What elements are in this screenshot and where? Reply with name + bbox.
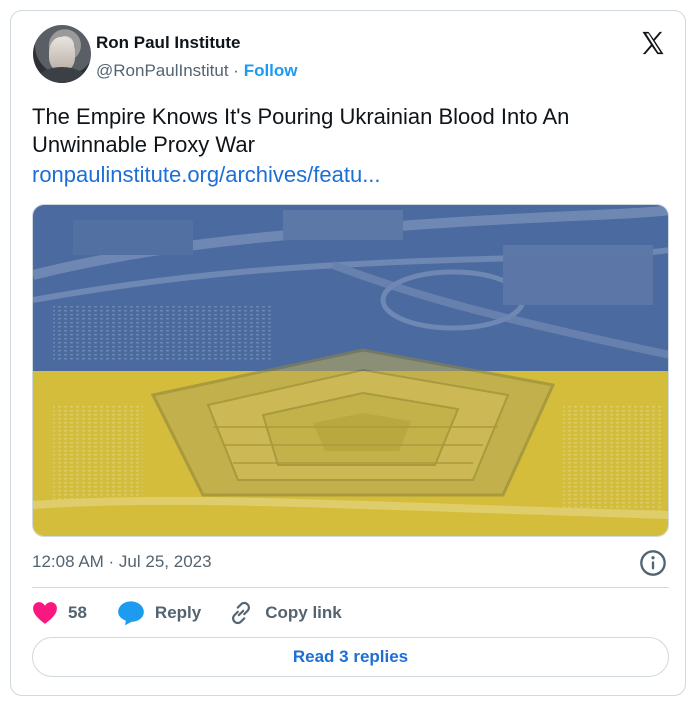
x-logo-icon[interactable] [639, 29, 667, 57]
handle-separator: · [233, 61, 239, 80]
avatar-shoulders [37, 67, 87, 83]
reply-button[interactable]: Reply [117, 600, 201, 626]
info-icon[interactable] [639, 549, 667, 577]
reply-bubble-icon [118, 601, 144, 626]
link-icon [232, 601, 251, 625]
copy-link-button[interactable]: Copy link [227, 600, 342, 626]
tweet-timestamp[interactable]: 12:08 AM · Jul 25, 2023 [32, 552, 212, 572]
tweet-actions: 58 Reply Copy link [32, 599, 342, 627]
divider [32, 587, 669, 588]
author-handle[interactable]: @RonPaulInstitut [96, 61, 229, 80]
avatar[interactable] [33, 25, 91, 83]
author-handle-line: @RonPaulInstitut · Follow [96, 61, 298, 81]
copy-link-label: Copy link [265, 603, 342, 622]
like-button[interactable]: 58 [32, 601, 87, 625]
reply-label: Reply [154, 603, 202, 622]
author-display-name[interactable]: Ron Paul Institute [96, 33, 241, 53]
follow-button[interactable]: Follow [244, 61, 298, 80]
tweet-text: The Empire Knows It's Pouring Ukrainian … [32, 104, 570, 157]
avatar-face [49, 37, 75, 71]
tweet-media-image[interactable] [32, 204, 669, 537]
tweet-link[interactable]: ronpaulinstitute.org/archives/featu... [32, 161, 381, 189]
read-replies-button[interactable]: Read 3 replies [32, 637, 669, 677]
like-count: 58 [68, 603, 87, 622]
tweet-card: Ron Paul Institute @RonPaulInstitut · Fo… [10, 10, 686, 696]
pentagon-ukraine-flag-icon [33, 205, 668, 536]
heart-icon [33, 602, 57, 624]
